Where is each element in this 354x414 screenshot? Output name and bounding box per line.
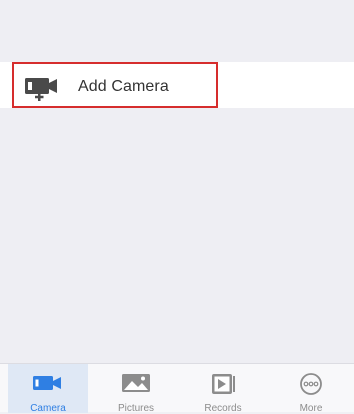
tab-pictures-label: Pictures (117, 403, 155, 414)
tab-more[interactable]: More (271, 364, 351, 414)
camera-plus-icon (24, 75, 64, 101)
add-camera-button[interactable]: Add Camera (12, 62, 218, 108)
tab-camera-label: Camera (30, 403, 66, 414)
tab-records-label: Records (204, 403, 242, 414)
tab-more-label: More (299, 403, 323, 414)
tab-camera[interactable]: Camera (8, 364, 88, 414)
add-camera-label: Add Camera (78, 78, 169, 95)
bottom-tab-bar: Camera Pictures Records More (0, 363, 354, 414)
tab-pictures[interactable]: Pictures (96, 364, 176, 414)
tab-records[interactable]: Records (183, 364, 263, 414)
app-screen: Add Camera Camera Pictures Records More (0, 0, 354, 414)
